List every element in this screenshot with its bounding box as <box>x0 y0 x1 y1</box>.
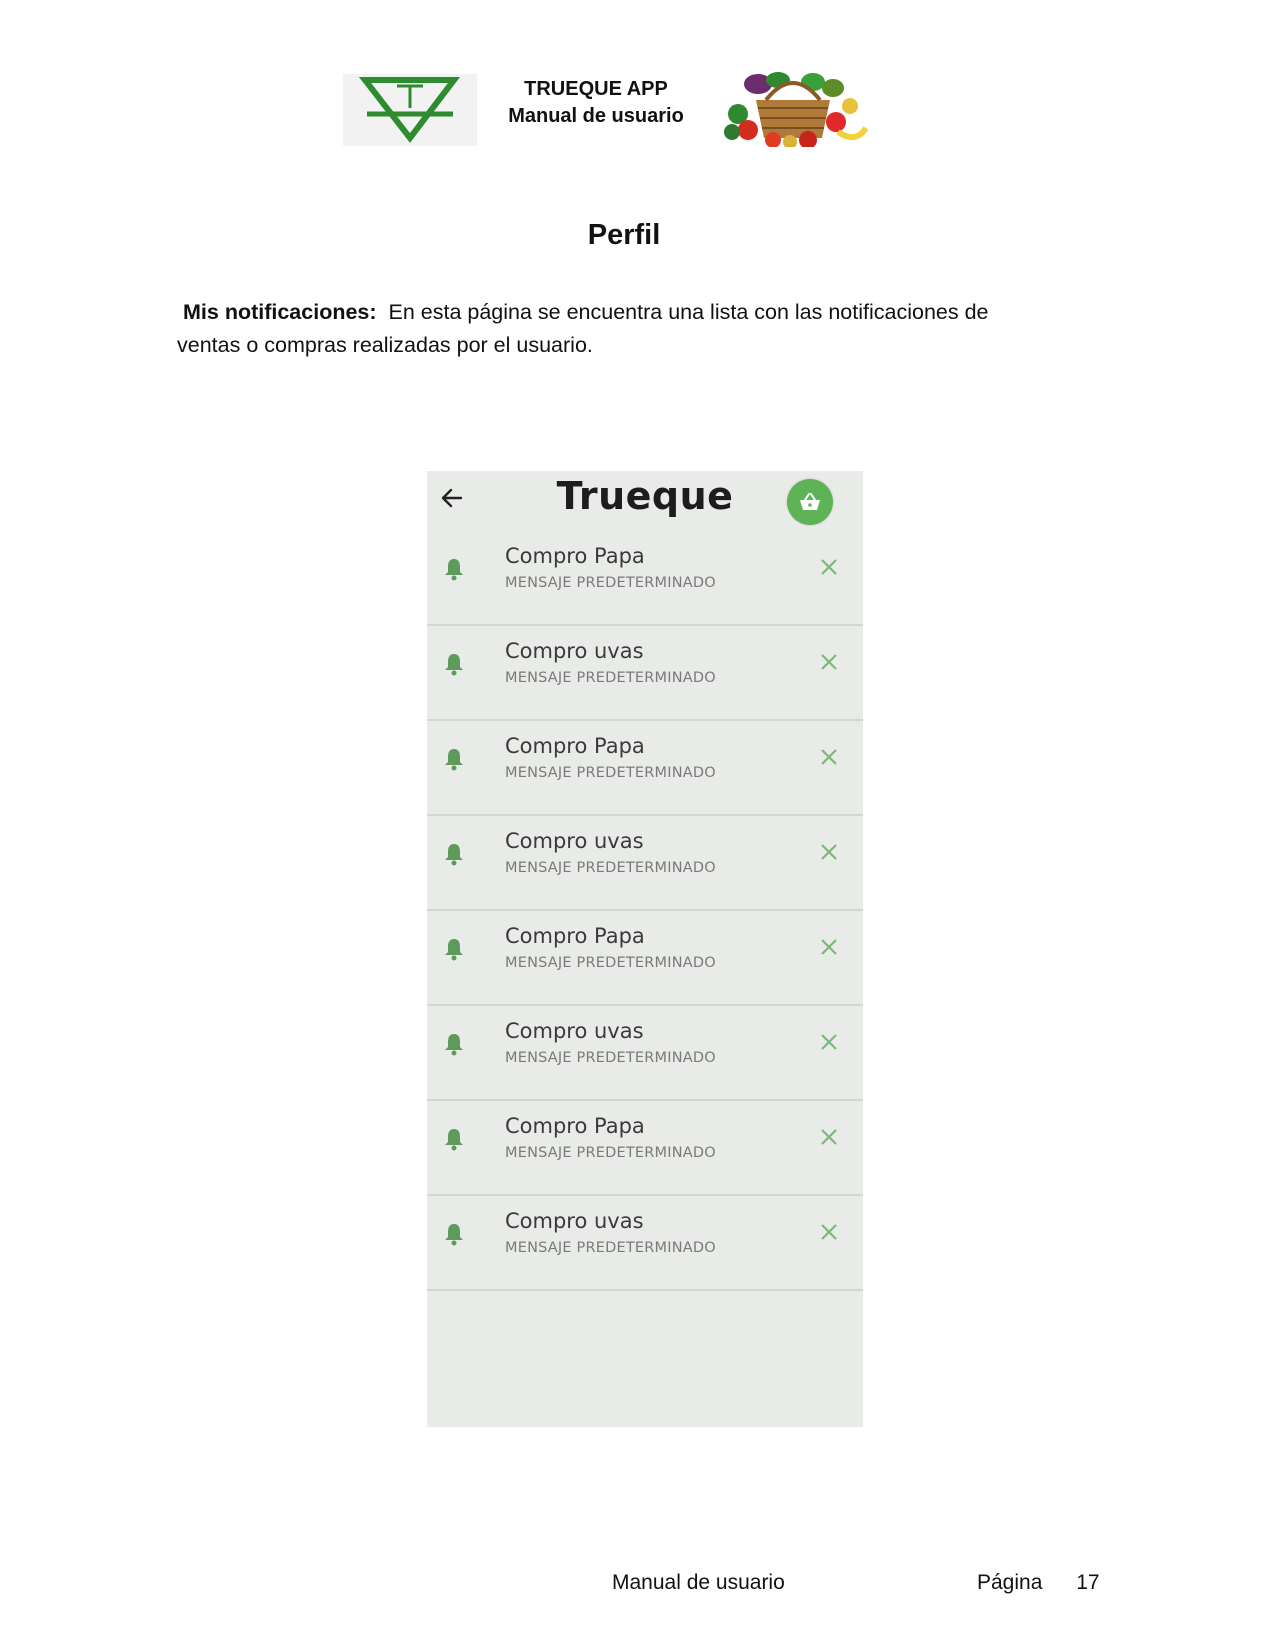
footer-page-number: 17 <box>1076 1571 1100 1594</box>
notification-title: Compro uvas <box>505 829 644 853</box>
notification-item[interactable]: Compro uvas MENSAJE PREDETERMINADO <box>427 626 863 721</box>
notification-message: MENSAJE PREDETERMINADO <box>505 955 716 971</box>
header-subtitle: Manual de usuario <box>508 105 684 127</box>
bell-icon <box>443 842 465 866</box>
notification-title: Compro uvas <box>505 639 644 663</box>
notification-item[interactable]: Compro Papa MENSAJE PREDETERMINADO <box>427 911 863 1006</box>
notification-message: MENSAJE PREDETERMINADO <box>505 1145 716 1161</box>
bell-icon <box>443 1127 465 1151</box>
close-icon[interactable] <box>819 557 839 577</box>
close-icon[interactable] <box>819 1032 839 1052</box>
notification-item[interactable]: Compro Papa MENSAJE PREDETERMINADO <box>427 721 863 816</box>
close-icon[interactable] <box>819 842 839 862</box>
bell-icon <box>443 937 465 961</box>
app-bar: Trueque <box>427 471 863 531</box>
basket-icon <box>800 493 820 510</box>
header-app-name: TRUEQUE APP <box>524 78 668 100</box>
close-icon[interactable] <box>819 937 839 957</box>
notification-title: Compro Papa <box>505 924 645 948</box>
bell-icon <box>443 652 465 676</box>
notification-item[interactable]: Compro Papa MENSAJE PREDETERMINADO <box>427 1101 863 1196</box>
footer-label: Manual de usuario <box>612 1571 785 1594</box>
close-icon[interactable] <box>819 1127 839 1147</box>
notification-list: Compro Papa MENSAJE PREDETERMINADO Compr… <box>427 531 863 1291</box>
bell-icon <box>443 1032 465 1056</box>
header-titles: TRUEQUE APP Manual de usuario <box>486 76 706 130</box>
notification-message: MENSAJE PREDETERMINADO <box>505 1240 716 1256</box>
notification-item[interactable]: Compro uvas MENSAJE PREDETERMINADO <box>427 1006 863 1101</box>
notification-message: MENSAJE PREDETERMINADO <box>505 765 716 781</box>
notification-item[interactable]: Compro uvas MENSAJE PREDETERMINADO <box>427 816 863 911</box>
notification-message: MENSAJE PREDETERMINADO <box>505 575 716 591</box>
fruit-basket-image <box>718 72 869 149</box>
notification-title: Compro uvas <box>505 1209 644 1233</box>
cart-button[interactable] <box>787 479 833 525</box>
notification-message: MENSAJE PREDETERMINADO <box>505 670 716 686</box>
notification-message: MENSAJE PREDETERMINADO <box>505 1050 716 1066</box>
close-icon[interactable] <box>819 652 839 672</box>
trueque-logo <box>343 74 477 146</box>
bell-icon <box>443 557 465 581</box>
notification-title: Compro Papa <box>505 1114 645 1138</box>
notification-title: Compro Papa <box>505 544 645 568</box>
close-icon[interactable] <box>819 1222 839 1242</box>
footer-page-label: Página <box>977 1571 1043 1594</box>
section-title: Perfil <box>587 219 661 251</box>
notification-item[interactable]: Compro Papa MENSAJE PREDETERMINADO <box>427 531 863 626</box>
footer-page: Página 17 <box>977 1571 1100 1595</box>
bell-icon <box>443 747 465 771</box>
intro-paragraph: Mis notificaciones: En esta página se en… <box>177 296 1057 362</box>
notification-title: Compro Papa <box>505 734 645 758</box>
app-screenshot: Trueque Compro Papa MENSAJE PREDETERMINA… <box>427 471 863 1427</box>
notification-title: Compro uvas <box>505 1019 644 1043</box>
bell-icon <box>443 1222 465 1246</box>
notification-message: MENSAJE PREDETERMINADO <box>505 860 716 876</box>
notification-item[interactable]: Compro uvas MENSAJE PREDETERMINADO <box>427 1196 863 1291</box>
intro-lead: Mis notificaciones: <box>183 300 377 324</box>
close-icon[interactable] <box>819 747 839 767</box>
